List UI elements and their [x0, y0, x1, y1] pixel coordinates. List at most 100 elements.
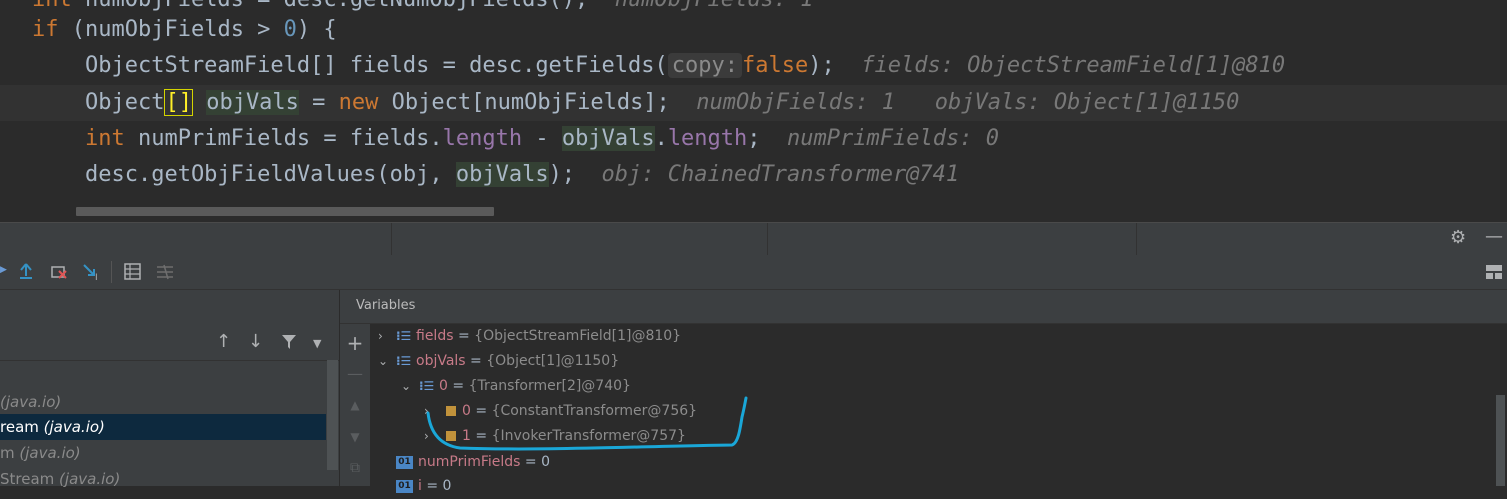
step-icon[interactable]: ▶ — [0, 260, 7, 280]
code-line[interactable]: if (numObjFields > 0) { — [32, 12, 337, 48]
chevron-down-icon[interactable]: ⌄ — [378, 349, 396, 374]
variables-scrollbar[interactable] — [1496, 395, 1505, 486]
code-token: 0 — [283, 17, 297, 42]
frame-package: (java.io) — [43, 418, 105, 436]
drop-frame-icon[interactable] — [50, 263, 68, 281]
variable-row[interactable]: 01 i = 0 — [378, 474, 451, 499]
run-to-cursor-icon[interactable]: I — [82, 263, 102, 281]
variables-title: Variables — [356, 298, 416, 313]
code-line[interactable]: int numPrimFields = fields.length - objV… — [32, 121, 999, 157]
code-token: ); — [548, 162, 576, 187]
code-editor[interactable]: int numObjFields = desc.getNumObjFields(… — [0, 0, 1507, 222]
code-line[interactable]: desc.getObjFieldValues(obj, objVals); ob… — [32, 157, 959, 193]
code-token: . — [654, 126, 668, 151]
evaluate-icon[interactable] — [124, 263, 142, 281]
debugger-toolbar: ▶ I — [0, 255, 1507, 290]
frame-row[interactable]: (java.io) — [0, 389, 326, 415]
code-token: (numObjFields > — [71, 17, 284, 42]
chevron-down-icon[interactable]: ⌄ — [401, 374, 419, 399]
layout-icon[interactable] — [1485, 264, 1505, 280]
duplicate-icon: ⧉ — [350, 460, 360, 476]
code-token: new — [338, 90, 392, 115]
code-token: ObjectStreamField[] fields = desc.getFie… — [32, 53, 668, 78]
inline-value-hint: numObjFields: 1 — [588, 0, 814, 12]
code-token: numObjFields = desc.getNumObjFields(); — [85, 0, 588, 12]
code-token: objVals — [561, 126, 655, 151]
trace-icon[interactable] — [156, 263, 174, 281]
variable-row[interactable]: ⌄ ⁝☰ objVals = {Object[1]@1150} — [378, 349, 619, 374]
step-out-icon[interactable] — [18, 262, 34, 280]
chevron-down-icon[interactable]: ▼ — [313, 334, 321, 354]
header-divider — [767, 223, 768, 256]
filter-icon[interactable] — [281, 334, 297, 350]
annotation-underline — [426, 396, 748, 451]
code-token: [] — [164, 89, 193, 116]
code-token: - — [522, 126, 562, 151]
frame-package: (java.io) — [19, 444, 81, 462]
code-token: int — [32, 0, 85, 12]
code-token: ) { — [296, 17, 337, 42]
chevron-right-icon[interactable]: › — [378, 324, 396, 349]
frames-toolbar: ↑ ↓ ▼ — [0, 320, 339, 361]
code-line[interactable]: Object[] objVals = new Object[numObjFiel… — [0, 85, 1507, 121]
equals-sign: = — [421, 478, 443, 494]
variable-value: {Object[1]@1150} — [486, 353, 620, 369]
code-token: false — [742, 53, 809, 78]
move-down-icon: ▼ — [350, 430, 360, 444]
down-arrow-icon[interactable]: ↓ — [248, 332, 263, 352]
code-token: int — [32, 126, 138, 151]
equals-sign: = — [447, 378, 469, 394]
remove-watch-icon: — — [347, 364, 363, 383]
up-arrow-icon[interactable]: ↑ — [216, 332, 231, 352]
primitive-icon: 01 — [396, 479, 413, 493]
code-token: objVals — [455, 162, 549, 187]
parameter-hint: copy: — [667, 53, 742, 78]
code-token: Object[numObjFields]; — [391, 90, 670, 115]
inline-value-hint: fields: ObjectStreamField[1]@810 — [834, 53, 1286, 78]
code-line[interactable]: ObjectStreamField[] fields = desc.getFie… — [32, 48, 1285, 84]
code-token: Object — [32, 90, 165, 115]
variables-title-bar — [340, 290, 1507, 324]
variable-name: 0 — [439, 378, 448, 394]
code-token: desc.getObjFieldValues(obj, — [32, 162, 456, 187]
array-icon: ⁝☰ — [396, 354, 412, 368]
equals-sign: = — [465, 353, 487, 369]
variable-value: 0 — [442, 478, 452, 494]
code-token: length — [667, 126, 748, 151]
inline-value-hint: obj: ChainedTransformer@741 — [575, 162, 960, 187]
frames-scrollbar[interactable] — [327, 360, 338, 470]
inline-value-hint: numObjFields: 1 objVals: Object[1]@1150 — [669, 90, 1240, 115]
editor-horizontal-scrollbar[interactable] — [76, 207, 494, 216]
code-token: objVals — [206, 90, 299, 115]
code-token: ); — [808, 53, 835, 78]
frame-package: (java.io) — [0, 393, 62, 411]
move-up-icon: ▲ — [350, 398, 360, 412]
frame-row[interactable]: m (java.io) — [0, 440, 326, 466]
variable-name: objVals — [416, 353, 466, 369]
frame-method: ream — [0, 418, 44, 436]
variable-row[interactable]: › ⁝☰ fields = {ObjectStreamField[1]@810} — [378, 324, 681, 349]
variable-value: {ObjectStreamField[1]@810} — [474, 328, 682, 344]
frame-row[interactable]: Stream (java.io) — [0, 466, 326, 492]
array-icon: ⁝☰ — [396, 329, 412, 343]
frame-row[interactable]: ream (java.io) — [0, 414, 326, 440]
svg-text:I: I — [95, 273, 98, 281]
toolbar-divider — [111, 261, 112, 283]
code-token: length — [442, 126, 523, 151]
add-watch-icon[interactable]: + — [346, 331, 364, 355]
header-divider — [391, 223, 392, 256]
code-token: if — [32, 17, 72, 42]
debug-tool-window-header: ⚙ — — [0, 222, 1507, 256]
gear-icon[interactable]: ⚙ — [1450, 228, 1466, 248]
minimize-icon[interactable]: — — [1485, 227, 1503, 247]
frame-method: Stream — [0, 470, 60, 488]
variable-name: fields — [416, 328, 454, 344]
frame-method: m — [0, 444, 20, 462]
frame-package: (java.io) — [59, 470, 121, 488]
code-token: ; — [747, 126, 761, 151]
variable-value: {Transformer[2]@740} — [468, 378, 631, 394]
code-token: numPrimFields = fields. — [137, 126, 443, 151]
equals-sign: = — [453, 328, 475, 344]
header-divider — [1136, 223, 1137, 256]
